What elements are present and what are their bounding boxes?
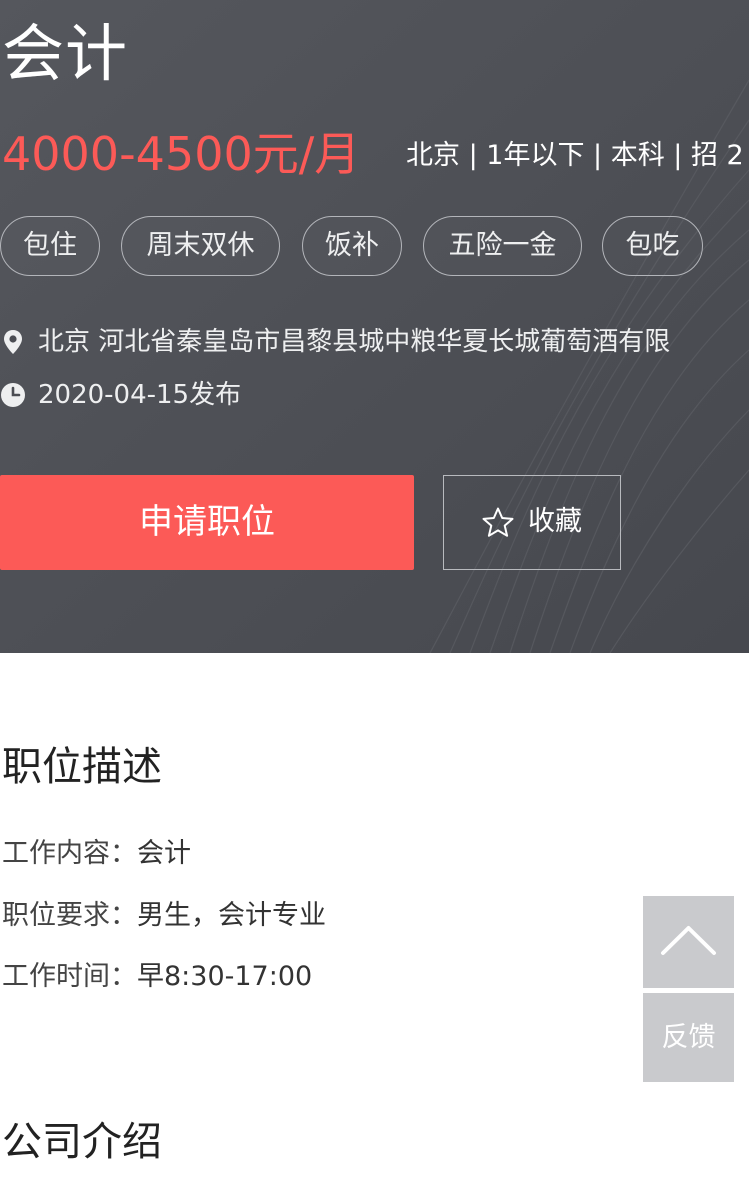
star-icon xyxy=(482,507,514,537)
job-description-title: 职位描述 xyxy=(2,744,162,790)
feedback-button[interactable]: 反馈 xyxy=(643,993,734,1082)
tag: 周末双休 xyxy=(121,216,280,276)
chevron-up-icon xyxy=(661,926,716,955)
favorite-label: 收藏 xyxy=(528,506,582,537)
location-row: 北京 河北省秦皇岛市昌黎县城中粮华夏长城葡萄酒有限 xyxy=(0,322,749,362)
posted-row: 2020-04-15发布 xyxy=(0,375,749,415)
job-title: 会计 xyxy=(2,17,129,90)
description-value: 早8:30-17:00 xyxy=(137,961,313,992)
description-value: 会计 xyxy=(137,838,191,869)
description-label: 工作内容： xyxy=(2,838,137,869)
description-line: 职位要求：男生，会计专业 xyxy=(2,896,326,936)
description-line: 工作时间：早8:30-17:00 xyxy=(2,957,312,997)
description-label: 职位要求： xyxy=(2,900,137,931)
back-to-top-button[interactable] xyxy=(643,896,734,988)
description-line: 工作内容：会计 xyxy=(2,834,191,874)
description-label: 工作时间： xyxy=(2,961,137,992)
apply-button[interactable]: 申请职位 xyxy=(0,475,414,570)
clock-icon xyxy=(1,383,25,407)
job-detail-page: 会计 4000-4500元/月 北京 | 1年以下 | 本科 | 招 2 包住 … xyxy=(0,0,749,1191)
tag: 包吃 xyxy=(602,216,703,276)
posted-date: 2020-04-15发布 xyxy=(38,380,242,410)
location-text: 北京 河北省秦皇岛市昌黎县城中粮华夏长城葡萄酒有限 xyxy=(38,327,671,357)
tag: 五险一金 xyxy=(423,216,582,276)
favorite-button[interactable]: 收藏 xyxy=(443,475,621,570)
tag: 饭补 xyxy=(302,216,402,276)
description-value: 男生，会计专业 xyxy=(137,900,326,931)
salary: 4000-4500元/月 xyxy=(2,127,361,181)
location-pin-icon xyxy=(4,330,22,354)
tag: 包住 xyxy=(0,216,100,276)
salary-row: 4000-4500元/月 北京 | 1年以下 | 本科 | 招 2 xyxy=(0,124,749,188)
job-header: 会计 4000-4500元/月 北京 | 1年以下 | 本科 | 招 2 包住 … xyxy=(0,0,749,653)
company-intro-title: 公司介绍 xyxy=(2,1119,162,1165)
benefit-tags: 包住 周末双休 饭补 五险一金 包吃 xyxy=(0,216,749,278)
job-meta: 北京 | 1年以下 | 本科 | 招 2 xyxy=(406,140,744,171)
